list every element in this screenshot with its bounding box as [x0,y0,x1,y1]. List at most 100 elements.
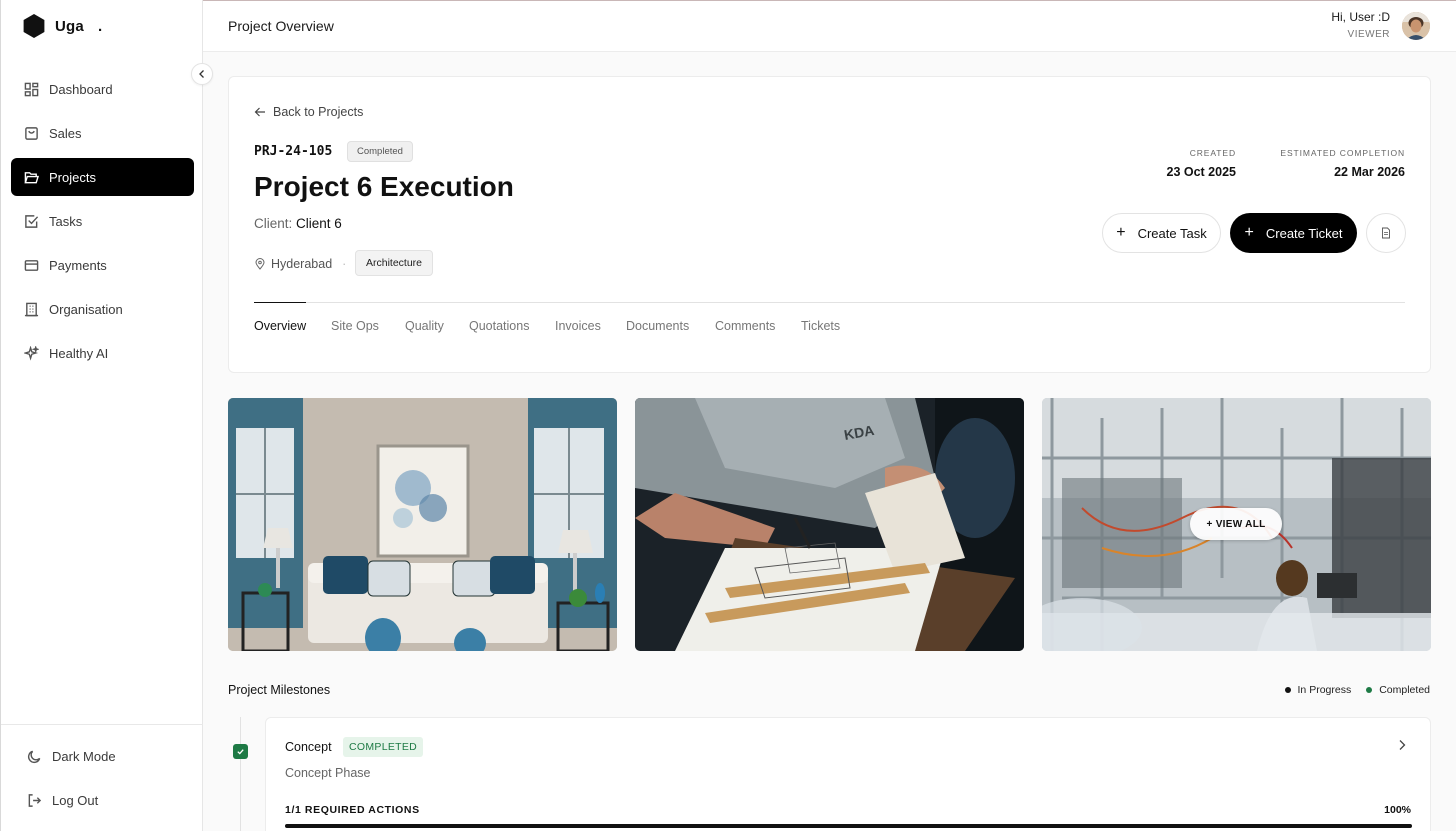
tab-site-ops[interactable]: Site Ops [331,319,379,333]
user-greeting: Hi, User :D [1331,10,1390,24]
legend-item-completed: Completed [1366,684,1430,696]
sidebar-item-label: Sales [49,125,82,141]
sidebar-item-sales[interactable]: Sales [11,114,194,152]
logout-icon [28,793,42,807]
living-room-photo-icon [228,398,617,651]
collapse-sidebar-button[interactable] [191,63,213,85]
client-name: Client 6 [296,216,342,231]
sidebar-item-payments[interactable]: Payments [11,246,194,284]
tab-comments[interactable]: Comments [715,319,775,333]
view-all-gallery-button[interactable]: + VIEW ALL [1190,508,1282,540]
milestone-card[interactable]: Concept COMPLETED Concept Phase 1/1 REQU… [265,717,1431,831]
dark-mode-toggle[interactable]: Dark Mode [14,737,203,775]
document-icon [1382,227,1390,239]
chevron-left-icon [199,70,204,78]
sidebar-bottom: Dark Mode Log Out [1,724,203,825]
architect-photo-icon: KDA [635,398,1024,651]
milestones-title: Project Milestones [228,683,331,697]
back-to-projects-link[interactable]: Back to Projects [254,105,363,119]
create-task-label: Create Task [1137,225,1207,241]
location-separator: · [342,257,347,271]
building-icon [24,302,39,316]
milestone-progress-bar [285,824,1412,828]
milestone-percent: 100% [1384,804,1411,816]
category-tag: Architecture [355,250,434,276]
credit-card-icon [24,259,39,271]
sidebar-item-tasks[interactable]: Tasks [11,202,194,240]
document-button[interactable] [1366,213,1406,253]
gallery-image-living-room[interactable] [228,398,617,651]
project-location: Hyderabad · [254,257,356,271]
estimated-completion-date: 22 Mar 2026 [1334,165,1405,179]
legend-dot-in-progress [1284,687,1291,693]
project-id: PRJ-24-105 [254,144,333,159]
timeline-line [240,717,241,831]
brand-name: Uga [55,17,84,35]
create-task-button[interactable]: + Create Task [1102,213,1221,253]
shopping-bag-icon [25,126,38,140]
gallery-image-architect-drawing[interactable]: KDA [635,398,1024,651]
milestone-name: Concept [285,740,332,754]
tab-quality[interactable]: Quality [405,319,444,333]
legend-item-in-progress: In Progress [1284,684,1352,696]
milestone-phase: Concept Phase [285,766,371,780]
tab-documents[interactable]: Documents [626,319,689,333]
project-tabs: Overview Site Ops Quality Quotations Inv… [254,302,1405,333]
created-date: 23 Oct 2025 [1166,165,1237,179]
sidebar-item-label: Projects [49,169,96,185]
sidebar-item-dashboard[interactable]: Dashboard [11,70,194,108]
dark-mode-label: Dark Mode [52,748,116,764]
back-label: Back to Projects [273,105,364,119]
avatar[interactable] [1402,12,1430,40]
tab-overview[interactable]: Overview [254,319,306,333]
tab-quotations[interactable]: Quotations [469,319,529,333]
plus-icon: + [1244,224,1254,241]
sidebar-item-label: Organisation [49,301,123,317]
sidebar-nav: Dashboard Sales Projects Tasks Payments … [11,70,194,378]
moon-icon [27,750,41,763]
tab-invoices[interactable]: Invoices [555,319,601,333]
sidebar: Uga . Dashboard Sales Projects Tasks Pay… [0,0,203,831]
location-name: Hyderabad [271,257,333,271]
hexagon-logo-icon [23,14,45,38]
sparkles-icon [24,345,39,361]
create-ticket-button[interactable]: + Create Ticket [1230,213,1357,253]
sidebar-item-label: Tasks [49,213,83,229]
brand[interactable]: Uga . [23,14,102,38]
created-label: CREATED [1189,148,1236,158]
status-badge: Completed [347,141,413,162]
sidebar-item-projects[interactable]: Projects [11,158,194,196]
project-title: Project 6 Execution [254,171,514,202]
dashboard-icon [24,82,39,96]
logout-label: Log Out [52,792,99,808]
legend-dot-completed [1366,687,1373,693]
estimated-completion-block: ESTIMATED COMPLETION 22 Mar 2026 [1280,148,1405,179]
top-header: Project Overview Hi, User :D VIEWER [203,1,1456,52]
checkbox-icon [25,214,39,228]
milestone-status-badge: COMPLETED [343,737,424,757]
milestone-check-icon [233,744,248,759]
legend-label: Completed [1379,684,1430,696]
sidebar-item-label: Payments [49,257,107,273]
legend-label: In Progress [1297,684,1352,696]
sidebar-item-label: Healthy AI [49,345,109,361]
arrow-left-icon [254,107,265,117]
create-ticket-label: Create Ticket [1265,225,1343,241]
page-title: Project Overview [228,18,334,34]
map-pin-icon [255,258,265,270]
chevron-right-icon[interactable] [1396,738,1408,752]
milestone-required-actions: 1/1 REQUIRED ACTIONS [285,804,420,816]
active-tab-indicator [254,302,306,303]
sidebar-item-organisation[interactable]: Organisation [11,290,194,328]
logout-button[interactable]: Log Out [14,781,203,819]
client-label: Client: [254,216,293,231]
estimated-completion-label: ESTIMATED COMPLETION [1280,148,1405,158]
user-role: VIEWER [1347,29,1390,40]
folder-open-icon [24,171,39,183]
client-info: Client: Client 6 [254,216,342,231]
sidebar-item-healthy-ai[interactable]: Healthy AI [11,334,194,372]
tab-tickets[interactable]: Tickets [801,319,840,333]
user-info: Hi, User :D VIEWER [1331,10,1390,40]
created-date-block: CREATED 23 Oct 2025 [1167,148,1237,179]
user-avatar-icon [1402,12,1430,40]
